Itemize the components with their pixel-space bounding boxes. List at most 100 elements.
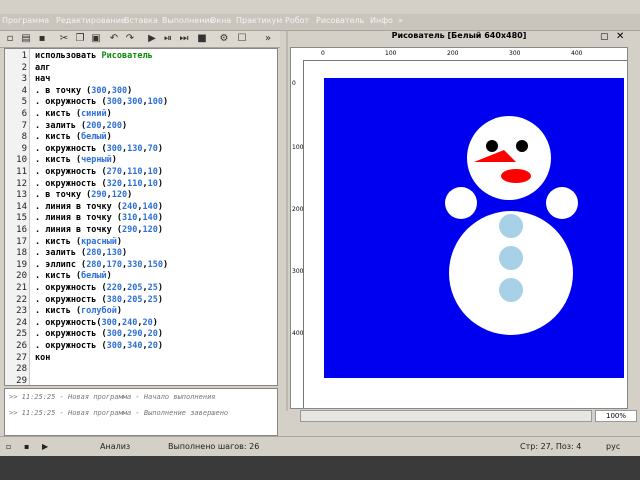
code-token: 290 — [127, 329, 143, 340]
code-token: 300 — [101, 317, 117, 328]
code-line[interactable]: . линия в точку (310,140) — [35, 213, 163, 223]
line-number: 13 — [16, 190, 27, 201]
line-number: 26 — [16, 341, 27, 351]
code-line[interactable]: . окружность (300,340,20) — [35, 341, 163, 351]
code-token: . кисть ( — [35, 155, 82, 166]
run-icon[interactable]: ▶ — [146, 33, 158, 45]
code-line[interactable]: . окружность (220,205,25) — [35, 283, 163, 293]
code-line[interactable]: . залить (280,130) — [35, 248, 127, 258]
status-run-icon[interactable]: ▶ — [42, 442, 48, 451]
code-line[interactable]: . в точку (300,300) — [35, 86, 132, 96]
code-token: белый — [81, 271, 107, 282]
maximize-icon[interactable]: ▢ — [600, 32, 609, 42]
code-token: . линия в точку ( — [35, 201, 122, 212]
code-token: . кисть ( — [35, 236, 82, 247]
undo-icon[interactable]: ↶ — [108, 33, 120, 45]
menu-practicum[interactable]: Практикум — [236, 16, 282, 25]
status-save-icon[interactable]: ▪ — [24, 442, 29, 451]
code-line[interactable]: . кисть (голубой) — [35, 306, 122, 316]
code-editor[interactable]: 1 использовать Рисователь 2 алг 3 нач 4 . в точ… — [4, 48, 278, 386]
cut-icon[interactable]: ✂ — [58, 33, 70, 45]
code-line[interactable]: . кисть (черный) — [35, 155, 117, 165]
code-token: ) — [111, 155, 117, 166]
line-number: 10 — [16, 155, 27, 166]
menu-program[interactable]: Программа — [2, 16, 49, 25]
ruler-left-label: 200 — [292, 206, 304, 213]
code-line[interactable]: . окружность (300,290,20) — [35, 329, 163, 339]
open-icon[interactable]: ▤ — [20, 33, 32, 45]
stop-icon[interactable]: ■ — [196, 33, 208, 45]
paste-icon[interactable]: ▣ — [90, 33, 102, 45]
code-line[interactable]: . окружность (300,130,70) — [35, 144, 163, 154]
code-token: 110 — [127, 167, 143, 177]
code-token: 130 — [106, 248, 123, 259]
copy-icon[interactable]: ❐ — [74, 33, 86, 45]
code-token: . кисть ( — [35, 271, 82, 282]
menu-info[interactable]: Инфо — [370, 16, 393, 25]
new-file-icon[interactable]: ▫ — [4, 33, 16, 45]
zoom-level[interactable]: 100% — [595, 410, 637, 422]
menu-run[interactable]: Выполнение — [162, 16, 215, 25]
code-line[interactable]: . залить (200,200) — [35, 121, 127, 131]
code-line[interactable]: алг — [35, 63, 50, 73]
code-line[interactable]: . окружность(300,240,20) — [35, 318, 158, 328]
code-token: ) — [157, 178, 163, 189]
code-line[interactable]: . линия в точку (290,120) — [35, 225, 163, 235]
code-line[interactable]: . окружность (380,205,25) — [35, 295, 163, 305]
code-line[interactable]: . в точку (290,120) — [35, 190, 132, 200]
line-number: 22 — [16, 294, 27, 305]
horizontal-scrollbar[interactable] — [300, 410, 592, 422]
line-number: 9 — [21, 143, 27, 154]
code-token: 300 — [91, 85, 107, 96]
step-into-icon[interactable]: ⏭ — [178, 33, 190, 45]
kumir-window: Программа Редактирование Вставка Выполне… — [0, 0, 640, 480]
code-token: . кисть ( — [35, 306, 82, 317]
code-token: . окружность ( — [35, 178, 107, 189]
code-line[interactable]: нач — [35, 74, 50, 84]
code-line[interactable]: . окружность (270,110,10) — [35, 167, 163, 177]
code-line[interactable]: . окружность (320,110,10) — [35, 179, 163, 189]
settings-icon[interactable]: ⚙ — [218, 33, 230, 45]
code-line[interactable]: . окружность (300,300,100) — [35, 97, 168, 107]
splitter[interactable] — [286, 31, 288, 411]
save-icon[interactable]: ▪ — [36, 33, 48, 45]
code-token: ) — [157, 201, 163, 212]
code-line[interactable]: кон — [35, 353, 50, 363]
code-token: 330 — [127, 259, 143, 270]
code-token: . окружность( — [35, 317, 102, 328]
code-token: ) — [116, 236, 123, 247]
code-line[interactable]: . кисть (белый) — [35, 132, 112, 142]
code-token: . залить ( — [35, 120, 87, 131]
menu-painter[interactable]: Рисователь — [316, 16, 364, 25]
menu-robot[interactable]: Робот — [285, 16, 309, 25]
code-token: . в точку ( — [35, 190, 92, 201]
code-token: 310 — [122, 213, 138, 224]
code-line[interactable]: . линия в точку (240,140) — [35, 202, 163, 212]
code-token: 130 — [127, 143, 143, 154]
line-number: 8 — [21, 132, 27, 143]
more-icon[interactable]: » — [262, 33, 274, 45]
toggle-icon[interactable]: ☐ — [236, 33, 248, 45]
code-line[interactable]: . кисть (красный) — [35, 237, 122, 247]
menu-more[interactable]: » — [398, 16, 403, 25]
menu-windows[interactable]: Окна — [210, 16, 231, 25]
code-token: . линия в точку ( — [35, 225, 122, 235]
code-line[interactable]: . кисть (синий) — [35, 109, 112, 119]
code-token: . кисть ( — [35, 109, 82, 119]
status-new-icon[interactable]: ▫ — [6, 442, 11, 451]
code-token: . окружность ( — [35, 294, 107, 305]
code-token: ) — [157, 167, 163, 177]
code-line[interactable]: . кисть (белый) — [35, 271, 112, 281]
close-icon[interactable]: ✕ — [616, 31, 624, 42]
code-line[interactable]: использовать Рисователь — [35, 51, 153, 61]
code-token: 120 — [142, 225, 158, 235]
redo-icon[interactable]: ↷ — [124, 33, 136, 45]
line-number: 11 — [16, 167, 27, 177]
menu-edit[interactable]: Редактирование — [56, 16, 126, 25]
painter-window-title: Рисователь [Белый 640x480] — [391, 31, 527, 40]
code-line[interactable]: . эллипс (280,170,330,150) — [35, 260, 168, 270]
step-icon[interactable]: ⏯ — [162, 33, 174, 45]
line-number: 18 — [16, 248, 27, 259]
menu-insert[interactable]: Вставка — [124, 16, 158, 25]
output-console: >> 11:25:25 - Новая программа - Начало в… — [4, 388, 278, 436]
